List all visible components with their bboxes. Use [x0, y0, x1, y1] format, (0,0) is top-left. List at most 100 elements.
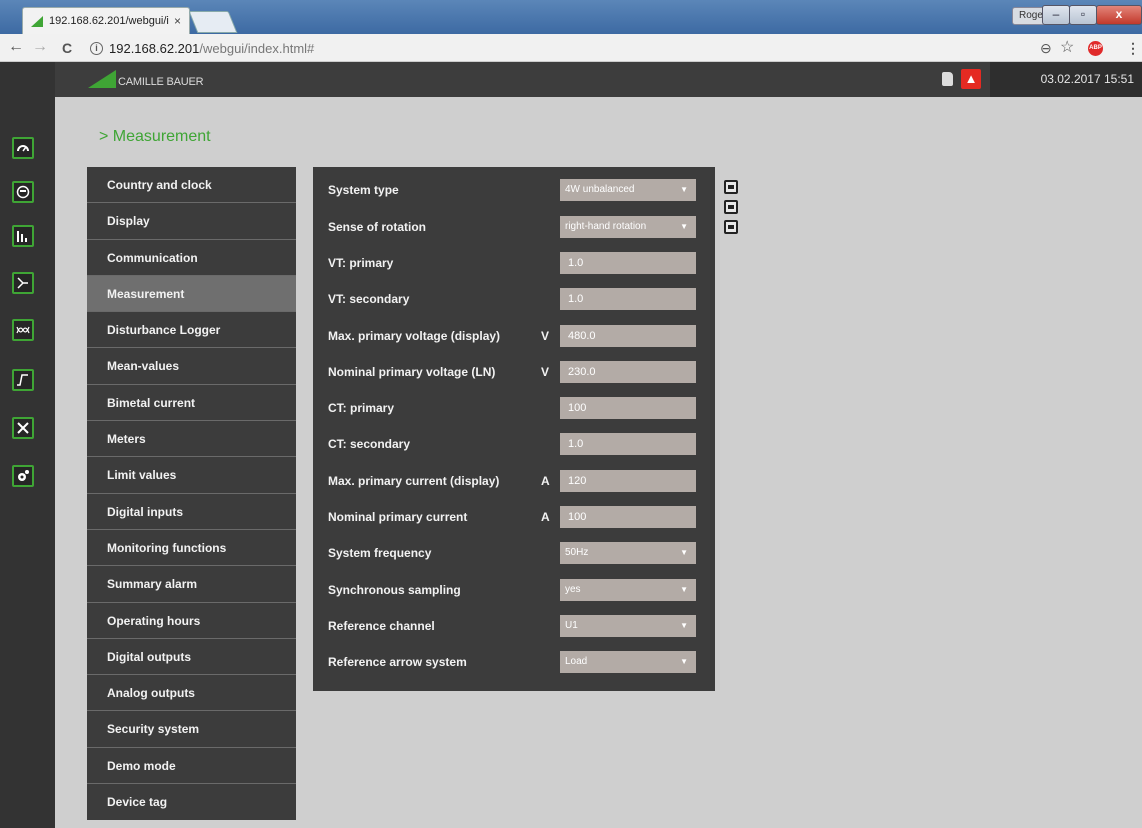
field-label: Reference channel [328, 619, 435, 633]
browser-toolbar: ← → C i 192.168.62.201 /webgui/index.htm… [0, 34, 1142, 62]
menu-item-disturbance-logger[interactable]: Disturbance Logger [87, 312, 296, 349]
signal-icon[interactable] [12, 369, 34, 391]
menu-item-measurement[interactable]: Measurement [87, 275, 296, 313]
camille-bauer-favicon-icon [31, 15, 43, 27]
dropdown-caret-icon: ▼ [680, 585, 688, 594]
form-row-synchronous-sampling: Synchronous sampling yes ▼ [328, 579, 696, 601]
save-icon[interactable] [724, 200, 738, 214]
field-label: VT: primary [328, 256, 394, 270]
field-label: VT: secondary [328, 292, 410, 306]
sd-card-icon[interactable] [942, 72, 953, 86]
form-row-system-frequency: System frequency 50Hz ▼ [328, 542, 696, 564]
brand-logo: CAMILLE BAUER [88, 70, 204, 88]
unit-label: A [541, 510, 550, 524]
unit-label: V [541, 329, 550, 343]
dropdown-caret-icon: ▼ [680, 548, 688, 557]
system-frequency-select[interactable]: 50Hz ▼ [560, 542, 696, 564]
system-type-select[interactable]: 4W unbalanced ▼ [560, 179, 696, 201]
meter-icon[interactable] [12, 181, 34, 203]
menu-item-bimetal-current[interactable]: Bimetal current [87, 385, 296, 422]
back-button[interactable]: ← [8, 38, 24, 56]
field-label: System frequency [328, 546, 432, 560]
bar-chart-icon[interactable] [12, 225, 34, 247]
measurement-form: System type 4W unbalanced ▼ Sense of rota… [313, 167, 715, 691]
site-info-icon[interactable]: i [90, 41, 103, 55]
max-primary-voltage-input[interactable] [560, 325, 696, 347]
tools-icon[interactable] [12, 417, 34, 439]
menu-item-digital-outputs[interactable]: Digital outputs [87, 639, 296, 676]
vt-secondary-input[interactable] [560, 288, 696, 310]
field-label: System type [328, 183, 399, 197]
nominal-primary-voltage-input[interactable] [560, 361, 696, 383]
menu-item-analog-outputs[interactable]: Analog outputs [87, 675, 296, 712]
menu-item-country-and-clock[interactable]: Country and clock [87, 167, 296, 204]
menu-item-mean-values[interactable]: Mean-values [87, 348, 296, 385]
menu-item-summary-alarm[interactable]: Summary alarm [87, 566, 296, 603]
form-row-max-primary-current: Max. primary current (display) A [328, 470, 696, 492]
header-left-block [0, 62, 55, 97]
menu-item-operating-hours[interactable]: Operating hours [87, 603, 296, 639]
browser-tab[interactable]: 192.168.62.201/webgui/i × [22, 7, 190, 34]
nominal-primary-current-input[interactable] [560, 506, 696, 528]
close-window-button[interactable]: x [1096, 5, 1142, 25]
forward-button[interactable]: → [32, 38, 48, 56]
brand-name: CAMILLE BAUER [118, 76, 204, 88]
tab-close-icon[interactable]: × [174, 14, 181, 28]
form-row-ct-primary: CT: primary [328, 397, 696, 419]
maximize-button[interactable]: ▫ [1069, 5, 1097, 25]
menu-item-demo-mode[interactable]: Demo mode [87, 748, 296, 785]
synchronous-sampling-select[interactable]: yes ▼ [560, 579, 696, 601]
settings-menu: Country and clock Display Communication … [87, 167, 296, 821]
menu-item-monitoring-functions[interactable]: Monitoring functions [87, 530, 296, 567]
address-bar[interactable]: i 192.168.62.201 /webgui/index.html# [90, 38, 1030, 58]
menu-item-device-tag[interactable]: Device tag [87, 784, 296, 820]
waveform-icon[interactable] [12, 319, 34, 341]
menu-item-security-system[interactable]: Security system [87, 711, 296, 748]
bookmark-star-icon[interactable]: ☆ [1060, 37, 1074, 57]
tab-title: 192.168.62.201/webgui/i [49, 15, 169, 27]
ct-secondary-input[interactable] [560, 433, 696, 455]
field-label: Sense of rotation [328, 220, 427, 234]
menu-item-display[interactable]: Display [87, 203, 296, 240]
reference-channel-select[interactable]: U1 ▼ [560, 615, 696, 637]
form-row-reference-arrow-system: Reference arrow system Load ▼ [328, 651, 696, 673]
field-label: CT: primary [328, 401, 395, 415]
form-row-nominal-primary-voltage: Nominal primary voltage (LN) V [328, 361, 696, 383]
ct-primary-input[interactable] [560, 397, 696, 419]
form-row-vt-secondary: VT: secondary [328, 288, 696, 310]
adblock-icon[interactable]: ABP [1088, 41, 1103, 56]
alarm-bell-icon[interactable]: ▲ [961, 69, 981, 89]
open-file-icon[interactable] [724, 180, 738, 194]
settings-gear-icon[interactable] [12, 465, 34, 487]
url-host: 192.168.62.201 [109, 40, 200, 56]
download-icon[interactable] [724, 220, 738, 234]
icon-sidebar [0, 97, 55, 828]
gauge-icon[interactable] [12, 137, 34, 159]
form-row-sense-of-rotation: Sense of rotation right-hand rotation ▼ [328, 216, 696, 238]
field-label: CT: secondary [328, 437, 411, 451]
brand-triangle-icon [88, 70, 116, 88]
browser-menu-icon[interactable]: ⋮ [1126, 40, 1140, 57]
new-tab-button[interactable] [188, 11, 238, 33]
vector-diagram-icon[interactable] [12, 272, 34, 294]
menu-item-communication[interactable]: Communication [87, 240, 296, 276]
form-row-max-primary-voltage: Max. primary voltage (display) V [328, 325, 696, 347]
field-label: Nominal primary current [328, 510, 468, 524]
minimize-button[interactable]: – [1042, 5, 1070, 25]
reference-arrow-system-select[interactable]: Load ▼ [560, 651, 696, 673]
form-row-system-type: System type 4W unbalanced ▼ [328, 179, 696, 201]
field-label: Synchronous sampling [328, 583, 461, 597]
panel-actions [724, 180, 740, 240]
unit-label: V [541, 365, 550, 379]
menu-item-digital-inputs[interactable]: Digital inputs [87, 494, 296, 530]
menu-item-limit-values[interactable]: Limit values [87, 457, 296, 494]
reload-button[interactable]: C [62, 40, 72, 56]
max-primary-current-input[interactable] [560, 470, 696, 492]
menu-item-meters[interactable]: Meters [87, 421, 296, 458]
dropdown-caret-icon: ▼ [680, 185, 688, 194]
sense-of-rotation-select[interactable]: right-hand rotation ▼ [560, 216, 696, 238]
dropdown-caret-icon: ▼ [680, 621, 688, 630]
field-label: Max. primary voltage (display) [328, 329, 501, 343]
zoom-icon[interactable]: ⊖ [1040, 40, 1052, 57]
vt-primary-input[interactable] [560, 252, 696, 274]
